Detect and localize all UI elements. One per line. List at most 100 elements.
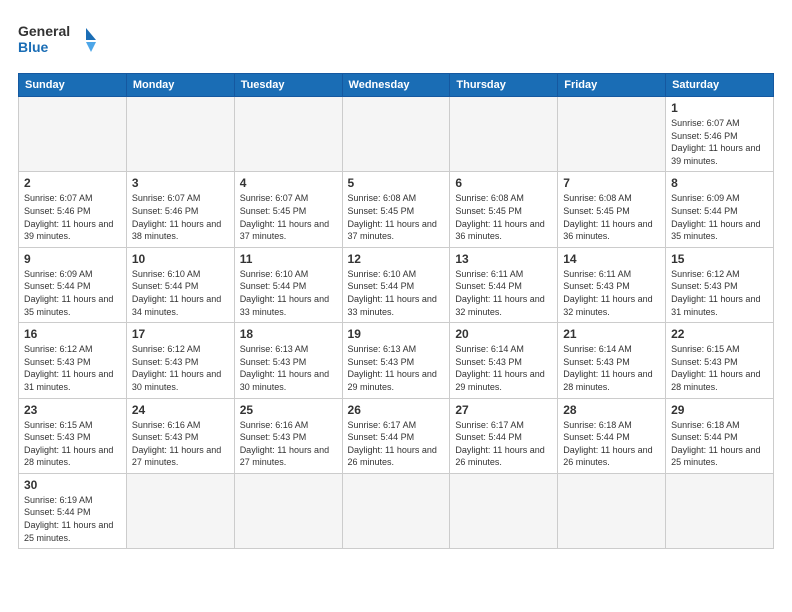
calendar-cell: 15 Sunrise: 6:12 AMSunset: 5:43 PMDayligh…: [666, 247, 774, 322]
calendar-cell: 5 Sunrise: 6:08 AMSunset: 5:45 PMDaylight…: [342, 172, 450, 247]
calendar-cell: 9 Sunrise: 6:09 AMSunset: 5:44 PMDaylight…: [19, 247, 127, 322]
weekday-header-monday: Monday: [126, 74, 234, 97]
calendar-cell: [666, 473, 774, 548]
weekday-header-wednesday: Wednesday: [342, 74, 450, 97]
calendar-cell: [126, 97, 234, 172]
day-info: Sunrise: 6:07 AMSunset: 5:46 PMDaylight:…: [132, 192, 229, 242]
calendar-cell: 6 Sunrise: 6:08 AMSunset: 5:45 PMDaylight…: [450, 172, 558, 247]
day-number: 1: [671, 101, 768, 115]
day-info: Sunrise: 6:07 AMSunset: 5:46 PMDaylight:…: [671, 117, 768, 167]
calendar-cell: 14Sunrise: 6:11 AMSunset: 5:43 PMDayligh…: [558, 247, 666, 322]
day-number: 11: [240, 252, 337, 266]
day-number: 25: [240, 403, 337, 417]
calendar-cell: 23 Sunrise: 6:15 AMSunset: 5:43 PMDayligh…: [19, 398, 127, 473]
day-number: 26: [348, 403, 445, 417]
day-number: 22: [671, 327, 768, 341]
day-info: Sunrise: 6:14 AMSunset: 5:43 PMDaylight:…: [563, 343, 660, 393]
calendar-cell: 1 Sunrise: 6:07 AMSunset: 5:46 PMDaylight…: [666, 97, 774, 172]
svg-text:Blue: Blue: [18, 39, 49, 55]
day-info: Sunrise: 6:10 AMSunset: 5:44 PMDaylight:…: [132, 268, 229, 318]
day-info: Sunrise: 6:16 AMSunset: 5:43 PMDaylight:…: [132, 419, 229, 469]
page: General Blue SundayMondayTuesdayWednesda…: [0, 0, 792, 612]
calendar-cell: [234, 97, 342, 172]
calendar-cell: [558, 473, 666, 548]
calendar-cell: 2 Sunrise: 6:07 AMSunset: 5:46 PMDaylight…: [19, 172, 127, 247]
calendar-cell: [342, 97, 450, 172]
logo-svg: General Blue: [18, 18, 98, 63]
day-number: 7: [563, 176, 660, 190]
header: General Blue: [18, 18, 774, 63]
day-number: 21: [563, 327, 660, 341]
day-number: 28: [563, 403, 660, 417]
day-info: Sunrise: 6:09 AMSunset: 5:44 PMDaylight:…: [24, 268, 121, 318]
calendar-cell: 10 Sunrise: 6:10 AMSunset: 5:44 PMDayligh…: [126, 247, 234, 322]
calendar-cell: 8 Sunrise: 6:09 AMSunset: 5:44 PMDaylight…: [666, 172, 774, 247]
day-number: 17: [132, 327, 229, 341]
day-info: Sunrise: 6:17 AMSunset: 5:44 PMDaylight:…: [348, 419, 445, 469]
calendar-cell: 28 Sunrise: 6:18 AMSunset: 5:44 PMDayligh…: [558, 398, 666, 473]
day-info: Sunrise: 6:18 AMSunset: 5:44 PMDaylight:…: [563, 419, 660, 469]
weekday-header-sunday: Sunday: [19, 74, 127, 97]
day-info: Sunrise: 6:10 AMSunset: 5:44 PMDaylight:…: [240, 268, 337, 318]
svg-text:General: General: [18, 23, 70, 39]
weekday-header-thursday: Thursday: [450, 74, 558, 97]
calendar-cell: 4Sunrise: 6:07 AMSunset: 5:45 PMDaylight…: [234, 172, 342, 247]
logo: General Blue: [18, 18, 98, 63]
day-info: Sunrise: 6:19 AMSunset: 5:44 PMDaylight:…: [24, 494, 121, 544]
calendar-cell: 27Sunrise: 6:17 AMSunset: 5:44 PMDayligh…: [450, 398, 558, 473]
day-info: Sunrise: 6:08 AMSunset: 5:45 PMDaylight:…: [455, 192, 552, 242]
calendar-cell: 30Sunrise: 6:19 AMSunset: 5:44 PMDayligh…: [19, 473, 127, 548]
day-info: Sunrise: 6:12 AMSunset: 5:43 PMDaylight:…: [132, 343, 229, 393]
calendar-cell: [234, 473, 342, 548]
day-info: Sunrise: 6:11 AMSunset: 5:43 PMDaylight:…: [563, 268, 660, 318]
calendar-cell: 26 Sunrise: 6:17 AMSunset: 5:44 PMDayligh…: [342, 398, 450, 473]
day-number: 6: [455, 176, 552, 190]
day-number: 9: [24, 252, 121, 266]
calendar-cell: [126, 473, 234, 548]
calendar-cell: 3 Sunrise: 6:07 AMSunset: 5:46 PMDaylight…: [126, 172, 234, 247]
calendar-cell: 24Sunrise: 6:16 AMSunset: 5:43 PMDayligh…: [126, 398, 234, 473]
day-number: 29: [671, 403, 768, 417]
day-number: 5: [348, 176, 445, 190]
calendar-cell: [558, 97, 666, 172]
day-info: Sunrise: 6:18 AMSunset: 5:44 PMDaylight:…: [671, 419, 768, 469]
weekday-header-saturday: Saturday: [666, 74, 774, 97]
day-number: 18: [240, 327, 337, 341]
day-number: 3: [132, 176, 229, 190]
day-number: 2: [24, 176, 121, 190]
calendar-cell: 19 Sunrise: 6:13 AMSunset: 5:43 PMDayligh…: [342, 323, 450, 398]
weekday-header-friday: Friday: [558, 74, 666, 97]
day-info: Sunrise: 6:10 AMSunset: 5:44 PMDaylight:…: [348, 268, 445, 318]
day-number: 27: [455, 403, 552, 417]
day-info: Sunrise: 6:15 AMSunset: 5:43 PMDaylight:…: [671, 343, 768, 393]
day-info: Sunrise: 6:12 AMSunset: 5:43 PMDaylight:…: [671, 268, 768, 318]
day-info: Sunrise: 6:11 AMSunset: 5:44 PMDaylight:…: [455, 268, 552, 318]
day-info: Sunrise: 6:14 AMSunset: 5:43 PMDaylight:…: [455, 343, 552, 393]
calendar-cell: 17 Sunrise: 6:12 AMSunset: 5:43 PMDayligh…: [126, 323, 234, 398]
calendar-cell: 22 Sunrise: 6:15 AMSunset: 5:43 PMDayligh…: [666, 323, 774, 398]
day-number: 4: [240, 176, 337, 190]
day-number: 19: [348, 327, 445, 341]
day-info: Sunrise: 6:15 AMSunset: 5:43 PMDaylight:…: [24, 419, 121, 469]
calendar-cell: 7 Sunrise: 6:08 AMSunset: 5:45 PMDaylight…: [558, 172, 666, 247]
day-info: Sunrise: 6:09 AMSunset: 5:44 PMDaylight:…: [671, 192, 768, 242]
calendar-cell: 20Sunrise: 6:14 AMSunset: 5:43 PMDayligh…: [450, 323, 558, 398]
calendar-cell: 12Sunrise: 6:10 AMSunset: 5:44 PMDayligh…: [342, 247, 450, 322]
calendar-cell: [450, 473, 558, 548]
day-number: 23: [24, 403, 121, 417]
day-info: Sunrise: 6:13 AMSunset: 5:43 PMDaylight:…: [348, 343, 445, 393]
calendar-cell: 18Sunrise: 6:13 AMSunset: 5:43 PMDayligh…: [234, 323, 342, 398]
day-number: 10: [132, 252, 229, 266]
calendar-cell: 11 Sunrise: 6:10 AMSunset: 5:44 PMDayligh…: [234, 247, 342, 322]
day-info: Sunrise: 6:08 AMSunset: 5:45 PMDaylight:…: [563, 192, 660, 242]
calendar-cell: 16 Sunrise: 6:12 AMSunset: 5:43 PMDayligh…: [19, 323, 127, 398]
calendar-cell: 29 Sunrise: 6:18 AMSunset: 5:44 PMDayligh…: [666, 398, 774, 473]
day-info: Sunrise: 6:12 AMSunset: 5:43 PMDaylight:…: [24, 343, 121, 393]
day-info: Sunrise: 6:08 AMSunset: 5:45 PMDaylight:…: [348, 192, 445, 242]
day-info: Sunrise: 6:07 AMSunset: 5:46 PMDaylight:…: [24, 192, 121, 242]
day-number: 16: [24, 327, 121, 341]
calendar-cell: [450, 97, 558, 172]
day-number: 15: [671, 252, 768, 266]
day-number: 8: [671, 176, 768, 190]
calendar-cell: 21 Sunrise: 6:14 AMSunset: 5:43 PMDayligh…: [558, 323, 666, 398]
